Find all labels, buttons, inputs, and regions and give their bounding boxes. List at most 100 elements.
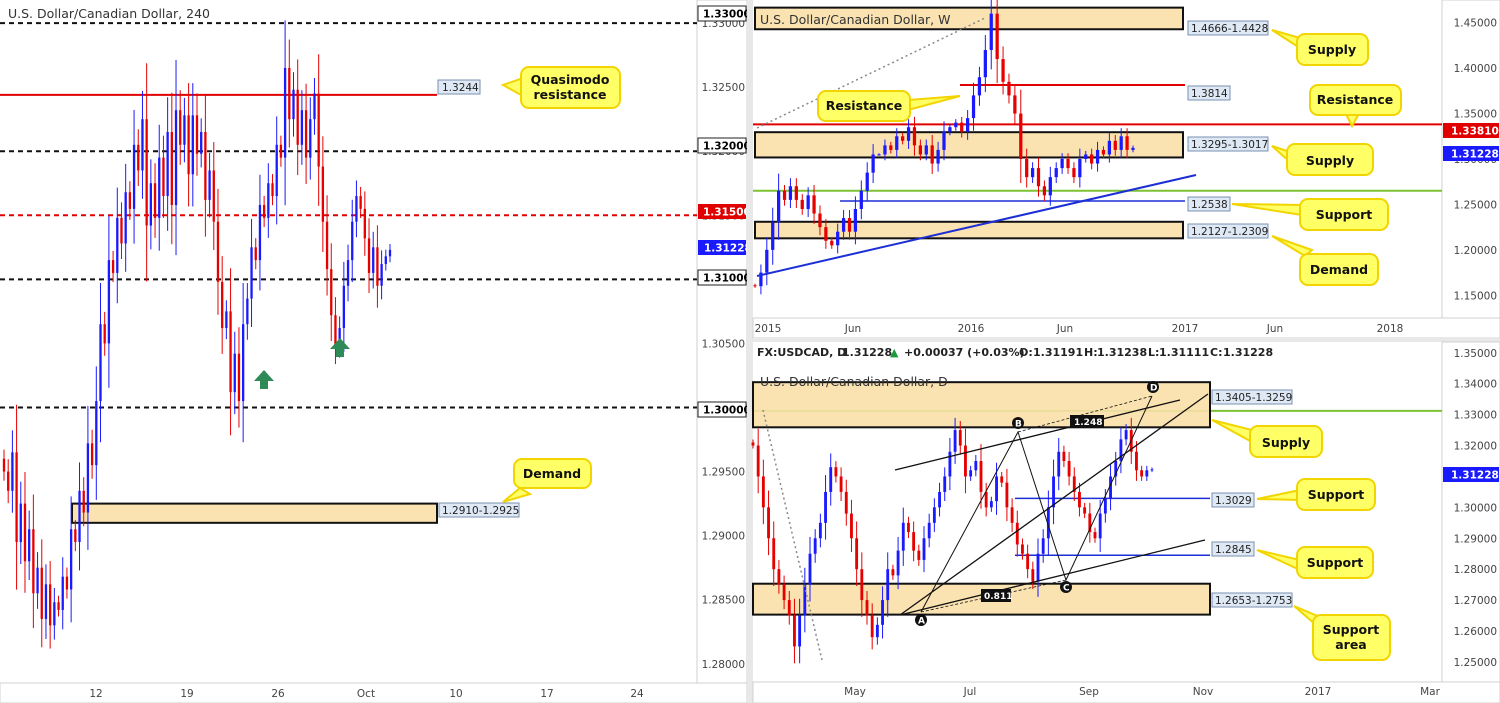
h4-candle-body-73 bbox=[309, 119, 312, 158]
daily-candle-body-37 bbox=[943, 476, 947, 492]
daily-x-tick-3: Nov bbox=[1193, 686, 1214, 698]
weekly-candle-body-50 bbox=[1048, 177, 1052, 196]
daily-symbol: FX:USDCAD, D bbox=[757, 346, 846, 359]
daily-candle-body-28 bbox=[896, 550, 900, 576]
h4-axis-badge-1.31: 1.31000 bbox=[697, 269, 751, 286]
daily-candle-body-41 bbox=[964, 445, 967, 477]
daily-1.2845-label: 1.2845 bbox=[1215, 544, 1252, 556]
h4-candle-body-23 bbox=[99, 324, 102, 402]
weekly-candle-body-64 bbox=[1131, 147, 1135, 150]
daily-change: +0.00037 (+0.03%) bbox=[904, 346, 1025, 359]
charts-canvas: 1.28000 1.28500 1.29000 1.29500 1.30000 1.305… bbox=[0, 0, 1500, 703]
weekly-tag-supply-mid: 1.3295-1.3017 bbox=[1187, 136, 1269, 152]
daily-callout-supply-text: Supply bbox=[1262, 435, 1310, 450]
daily-candle-body-23 bbox=[870, 615, 874, 638]
daily-candle-body-30 bbox=[907, 522, 910, 533]
daily-candle-body-33 bbox=[922, 538, 926, 560]
h4-candle-body-61 bbox=[258, 205, 262, 261]
h4-qm-price-tag: 1.3244 bbox=[437, 79, 481, 95]
h4-candle-body-86 bbox=[363, 208, 366, 239]
weekly-candle-body-48 bbox=[1036, 168, 1041, 187]
daily-last: 1.31228 bbox=[842, 346, 892, 359]
h4-y-tick-3: 1.29500 bbox=[702, 467, 745, 479]
h4-candle-body-85 bbox=[359, 196, 362, 209]
weekly-candle-body-46 bbox=[1025, 159, 1029, 178]
weekly-callout-supply-mid: Supply bbox=[1271, 143, 1374, 176]
daily-candle-body-40 bbox=[958, 430, 962, 446]
weekly-callout-resistance-right-text: Resistance bbox=[1317, 92, 1393, 107]
daily-candle-body-15 bbox=[829, 467, 833, 492]
daily-open-label: O: bbox=[1019, 346, 1033, 359]
daily-candle-body-58 bbox=[1052, 476, 1055, 508]
h4-candle-body-22 bbox=[95, 401, 98, 466]
weekly-candle-body-40 bbox=[989, 13, 993, 50]
daily-candle-body-14 bbox=[824, 491, 827, 523]
h4-candle-body-14 bbox=[61, 576, 64, 610]
h4-demand-zone-label: 1.2910-1.2925 bbox=[442, 505, 519, 517]
h4-candle-body-83 bbox=[351, 221, 354, 261]
h4-candle-body-30 bbox=[128, 192, 132, 209]
weekly-supply-mid-label: 1.3295-1.3017 bbox=[1191, 139, 1268, 151]
h4-candle-body-72 bbox=[304, 110, 308, 158]
daily-y-tick-10: 1.35000 bbox=[1454, 348, 1497, 360]
h4-candle-body-1 bbox=[7, 471, 10, 491]
weekly-candle-body-14 bbox=[836, 231, 840, 246]
weekly-supply-top-label: 1.4666-1.4428 bbox=[1191, 23, 1268, 35]
weekly-candle-body-30 bbox=[930, 145, 934, 164]
h4-candle-body-41 bbox=[174, 110, 178, 206]
daily-candle-body-68 bbox=[1103, 498, 1107, 514]
h4-candle-body-43 bbox=[183, 115, 186, 145]
daily-candle-body-52 bbox=[1021, 544, 1024, 554]
daily-x-tick-1: Jul bbox=[963, 686, 977, 698]
weekly-y-tick-6: 1.45000 bbox=[1454, 18, 1497, 30]
h4-candle-body-5 bbox=[23, 503, 27, 562]
daily-candle-body-17 bbox=[839, 476, 843, 492]
h4-candle-body-75 bbox=[317, 93, 320, 167]
daily-candle-body-2 bbox=[761, 476, 765, 508]
weekly-y-tick-1: 1.20000 bbox=[1454, 245, 1497, 257]
h4-candle-body-62 bbox=[262, 205, 266, 218]
h4-candle-body-2 bbox=[11, 452, 14, 491]
h4-candle-body-35 bbox=[149, 183, 153, 226]
weekly-tag-1.3814: 1.3814 bbox=[1187, 85, 1231, 101]
weekly-candle-body-49 bbox=[1042, 186, 1047, 196]
daily-candle-body-11 bbox=[808, 553, 812, 585]
weekly-candle-body-36 bbox=[966, 118, 970, 132]
daily-candle-body-56 bbox=[1041, 538, 1045, 554]
h4-candle-body-36 bbox=[153, 183, 157, 218]
weekly-callout-demand-text: Demand bbox=[1310, 262, 1368, 277]
weekly-zone-1 bbox=[754, 131, 1184, 159]
weekly-1.2538-label: 1.2538 bbox=[1191, 199, 1228, 211]
h4-candle-body-64 bbox=[271, 183, 274, 197]
weekly-callout-supply-top-text: Supply bbox=[1308, 42, 1356, 57]
weekly-candle-body-18 bbox=[859, 190, 863, 209]
daily-x-tick-4: 2017 bbox=[1305, 686, 1332, 698]
weekly-candle-body-62 bbox=[1119, 136, 1123, 150]
weekly-candle-body-42 bbox=[1001, 59, 1005, 82]
h4-candle-body-28 bbox=[120, 217, 123, 244]
h4-candle-body-47 bbox=[200, 131, 203, 154]
h4-candle-body-0 bbox=[2, 458, 6, 472]
daily-candle-body-10 bbox=[803, 584, 807, 616]
daily-panel: 1.25000 1.26000 1.27000 1.28000 1.29000 1.300… bbox=[751, 341, 1500, 703]
h4-candle-body-55 bbox=[233, 353, 236, 393]
weekly-resistance-price: 1.33810 bbox=[1451, 126, 1499, 138]
h4-x-tick-6: 24 bbox=[630, 688, 644, 700]
weekly-current-price: 1.31228 bbox=[1451, 149, 1499, 161]
weekly-chart-title: U.S. Dollar/Canadian Dollar, W bbox=[760, 12, 951, 27]
weekly-candle-body-28 bbox=[918, 145, 922, 155]
daily-y-tick-3: 1.28000 bbox=[1454, 564, 1497, 576]
svg-text:0.811: 0.811 bbox=[984, 592, 1012, 602]
daily-x-tick-5: Mar bbox=[1420, 686, 1440, 698]
weekly-y-tick-4: 1.35000 bbox=[1454, 109, 1497, 121]
daily-candle-body-61 bbox=[1067, 461, 1071, 477]
h4-candle-body-34 bbox=[145, 119, 148, 226]
weekly-candle-body-39 bbox=[983, 49, 987, 78]
h4-candle-body-27 bbox=[116, 217, 119, 273]
weekly-x-tick-4: 2017 bbox=[1172, 323, 1199, 335]
h4-candle-body-24 bbox=[103, 324, 106, 344]
h4-zones bbox=[71, 502, 438, 524]
h4-candle-body-48 bbox=[204, 131, 207, 200]
daily-x-tick-2: Sep bbox=[1079, 686, 1099, 698]
daily-candle-body-48 bbox=[1000, 476, 1004, 483]
